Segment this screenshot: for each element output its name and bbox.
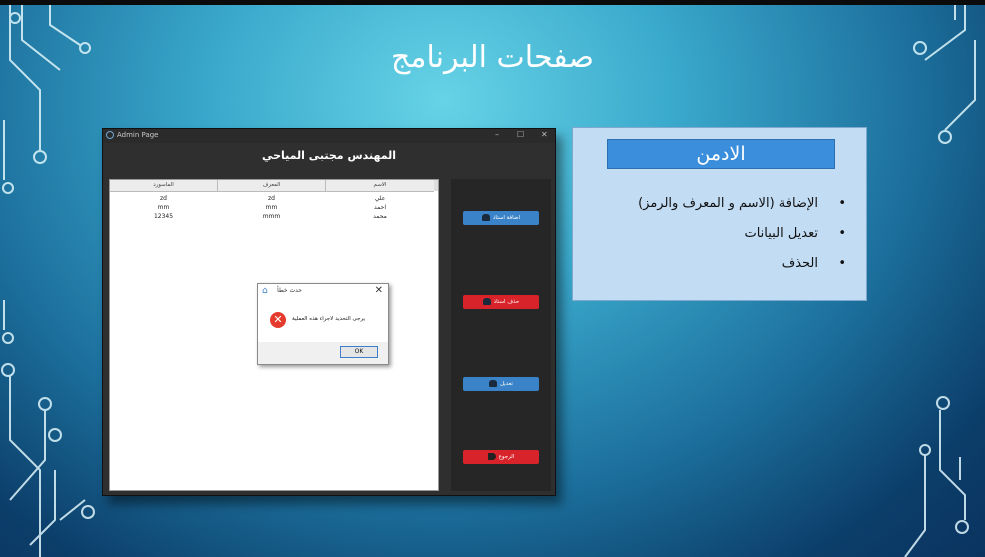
- table-cell[interactable]: zd: [110, 195, 217, 202]
- error-message: يرجى التحديد لاجراء هذه العملية: [292, 316, 366, 322]
- feature-list: الإضافة (الاسم و المعرف والرمز) تعديل ال…: [638, 194, 846, 284]
- table-header: الماسورد المعرف الاسم: [110, 180, 435, 192]
- info-panel: الادمن الإضافة (الاسم و المعرف والرمز) ت…: [572, 127, 867, 301]
- column-header-password[interactable]: الماسورد: [110, 180, 218, 191]
- table-cell[interactable]: mm: [218, 204, 325, 211]
- close-button[interactable]: ✕: [541, 130, 548, 139]
- column-header-name[interactable]: الاسم: [326, 180, 435, 191]
- window-titlebar: Admin Page – ☐ ✕: [103, 129, 555, 143]
- window-title: Admin Page: [117, 131, 159, 139]
- back-arrow-icon: [487, 453, 496, 460]
- table-cell[interactable]: mm: [110, 204, 217, 211]
- error-dialog: ⌂ حدث خطأ ✕ ✕ يرجى التحديد لاجراء هذه ال…: [257, 283, 389, 365]
- ok-button[interactable]: OK: [340, 346, 378, 358]
- edit-label: تعديل: [500, 381, 513, 387]
- list-item: الحذف: [638, 254, 846, 284]
- actions-panel: اضافة استاذ حذف استاذ تعديل الرجوع: [451, 179, 551, 491]
- back-button[interactable]: الرجوع: [463, 450, 539, 464]
- list-item: تعديل البيانات: [638, 224, 846, 254]
- back-label: الرجوع: [498, 454, 515, 460]
- maximize-button[interactable]: ☐: [517, 130, 524, 139]
- user-add-icon: [481, 214, 490, 221]
- table-cell[interactable]: zd: [218, 195, 325, 202]
- error-dialog-title: حدث خطأ: [277, 287, 302, 294]
- table-cell[interactable]: محمد: [326, 213, 434, 220]
- admin-window: Admin Page – ☐ ✕ المهندس مجتبى المياحي ا…: [102, 128, 556, 496]
- delete-teacher-button[interactable]: حذف استاذ: [463, 295, 539, 309]
- delete-teacher-label: حذف استاذ: [493, 299, 520, 305]
- add-teacher-label: اضافة استاذ: [492, 215, 521, 221]
- minimize-button[interactable]: –: [495, 130, 499, 139]
- add-teacher-button[interactable]: اضافة استاذ: [463, 211, 539, 225]
- table-scrollbar[interactable]: [434, 180, 438, 191]
- table-cell[interactable]: 12345: [110, 213, 217, 220]
- table-cell[interactable]: احمد: [326, 204, 434, 211]
- edit-button[interactable]: تعديل: [463, 377, 539, 391]
- error-icon: ✕: [270, 312, 286, 328]
- window-header: المهندس مجتبى المياحي: [261, 149, 397, 162]
- slide-title: صفحات البرنامج: [391, 40, 594, 75]
- column-header-id[interactable]: المعرف: [218, 180, 326, 191]
- app-icon: [106, 131, 114, 139]
- home-icon: ⌂: [262, 286, 268, 296]
- user-remove-icon: [482, 298, 491, 305]
- table-cell[interactable]: علي: [326, 195, 434, 202]
- user-edit-icon: [489, 380, 498, 387]
- info-panel-title: الادمن: [607, 139, 835, 169]
- table-cell[interactable]: mmm: [218, 213, 325, 220]
- list-item: الإضافة (الاسم و المعرف والرمز): [638, 194, 846, 224]
- dialog-close-icon[interactable]: ✕: [375, 285, 383, 296]
